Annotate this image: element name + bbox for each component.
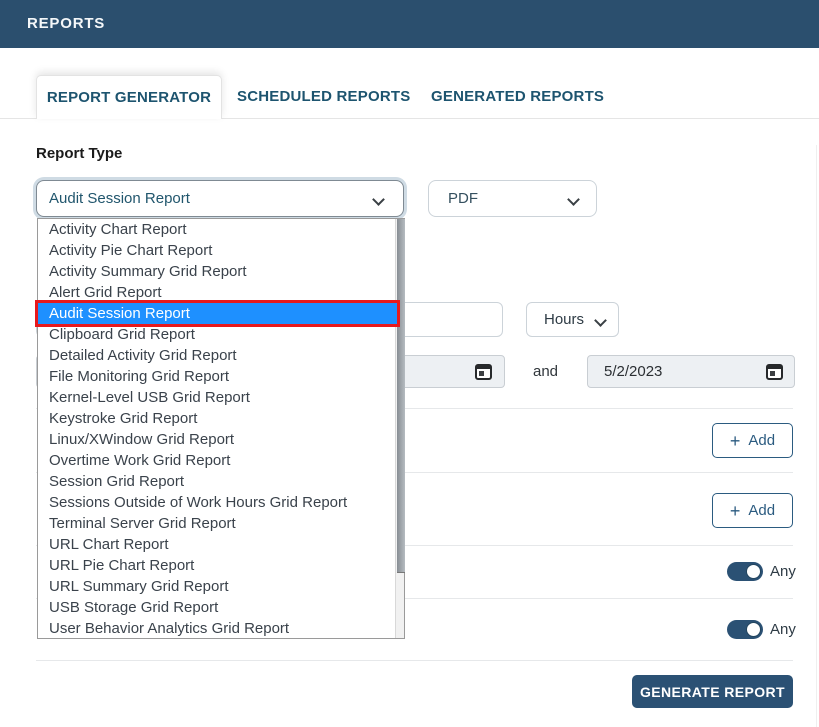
dropdown-option[interactable]: Session Grid Report <box>38 471 404 492</box>
row-divider <box>36 660 793 661</box>
dropdown-option[interactable]: Clipboard Grid Report <box>38 324 404 345</box>
dropdown-option[interactable]: Activity Chart Report <box>38 219 404 240</box>
any-toggle-2[interactable] <box>727 620 763 639</box>
dropdown-option[interactable]: USB Storage Grid Report <box>38 597 404 618</box>
dropdown-option[interactable]: User Behavior Analytics Grid Report <box>38 618 404 639</box>
plus-icon: + <box>730 432 741 450</box>
dropdown-option[interactable]: URL Summary Grid Report <box>38 576 404 597</box>
chevron-down-icon <box>374 194 385 205</box>
report-type-dropdown-list: Activity Chart ReportActivity Pie Chart … <box>37 218 405 639</box>
panel-right-border <box>816 145 817 727</box>
toggle-knob <box>746 564 761 579</box>
tab-scheduled-reports[interactable]: SCHEDULED REPORTS <box>237 88 410 105</box>
dropdown-scrollbar-thumb[interactable] <box>397 219 405 573</box>
dropdown-scrollbar-track[interactable] <box>395 219 404 638</box>
calendar-icon[interactable] <box>475 364 492 380</box>
header-bar: REPORTS <box>0 0 819 48</box>
date-end-input[interactable]: 5/2/2023 <box>587 355 795 388</box>
page-title: REPORTS <box>27 0 105 48</box>
report-type-label: Report Type <box>36 145 122 162</box>
report-type-selected-value: Audit Session Report <box>49 190 190 207</box>
dropdown-option[interactable]: Activity Pie Chart Report <box>38 240 404 261</box>
dropdown-option[interactable]: Activity Summary Grid Report <box>38 261 404 282</box>
report-type-select[interactable]: Audit Session Report <box>36 180 404 217</box>
dropdown-option[interactable]: Terminal Server Grid Report <box>38 513 404 534</box>
generate-report-button[interactable]: GENERATE REPORT <box>632 675 793 708</box>
add-button-1[interactable]: + Add <box>712 423 793 458</box>
tab-report-generator[interactable]: REPORT GENERATOR <box>36 75 222 119</box>
any-toggle-1-label: Any <box>770 563 796 580</box>
duration-unit-value: Hours <box>544 311 584 328</box>
tab-report-generator-label: REPORT GENERATOR <box>47 89 211 106</box>
add-button-label: Add <box>748 502 775 519</box>
dropdown-option[interactable]: Sessions Outside of Work Hours Grid Repo… <box>38 492 404 513</box>
dropdown-option[interactable]: File Monitoring Grid Report <box>38 366 404 387</box>
date-range-separator: and <box>533 363 558 380</box>
dropdown-option[interactable]: URL Pie Chart Report <box>38 555 404 576</box>
toggle-knob <box>746 622 761 637</box>
dropdown-options: Activity Chart ReportActivity Pie Chart … <box>38 219 404 639</box>
dropdown-option[interactable]: URL Chart Report <box>38 534 404 555</box>
add-button-2[interactable]: + Add <box>712 493 793 528</box>
chevron-down-icon <box>569 194 580 205</box>
dropdown-option[interactable]: Audit Session Report <box>38 303 397 324</box>
plus-icon: + <box>730 502 741 520</box>
date-end-value: 5/2/2023 <box>604 363 662 380</box>
add-button-label: Add <box>748 432 775 449</box>
tab-generated-reports[interactable]: GENERATED REPORTS <box>431 88 604 105</box>
dropdown-option[interactable]: Keystroke Grid Report <box>38 408 404 429</box>
any-toggle-2-label: Any <box>770 621 796 638</box>
dropdown-option[interactable]: Overtime Work Grid Report <box>38 450 404 471</box>
dropdown-option[interactable]: Kernel-Level USB Grid Report <box>38 387 404 408</box>
format-select[interactable]: PDF <box>428 180 597 217</box>
dropdown-option[interactable]: Linux/XWindow Grid Report <box>38 429 404 450</box>
chevron-down-icon <box>596 315 607 326</box>
any-toggle-1[interactable] <box>727 562 763 581</box>
format-selected-value: PDF <box>448 190 478 207</box>
duration-unit-select[interactable]: Hours <box>526 302 619 337</box>
calendar-icon[interactable] <box>766 364 783 380</box>
dropdown-option[interactable]: Alert Grid Report <box>38 282 404 303</box>
dropdown-option[interactable]: Detailed Activity Grid Report <box>38 345 404 366</box>
